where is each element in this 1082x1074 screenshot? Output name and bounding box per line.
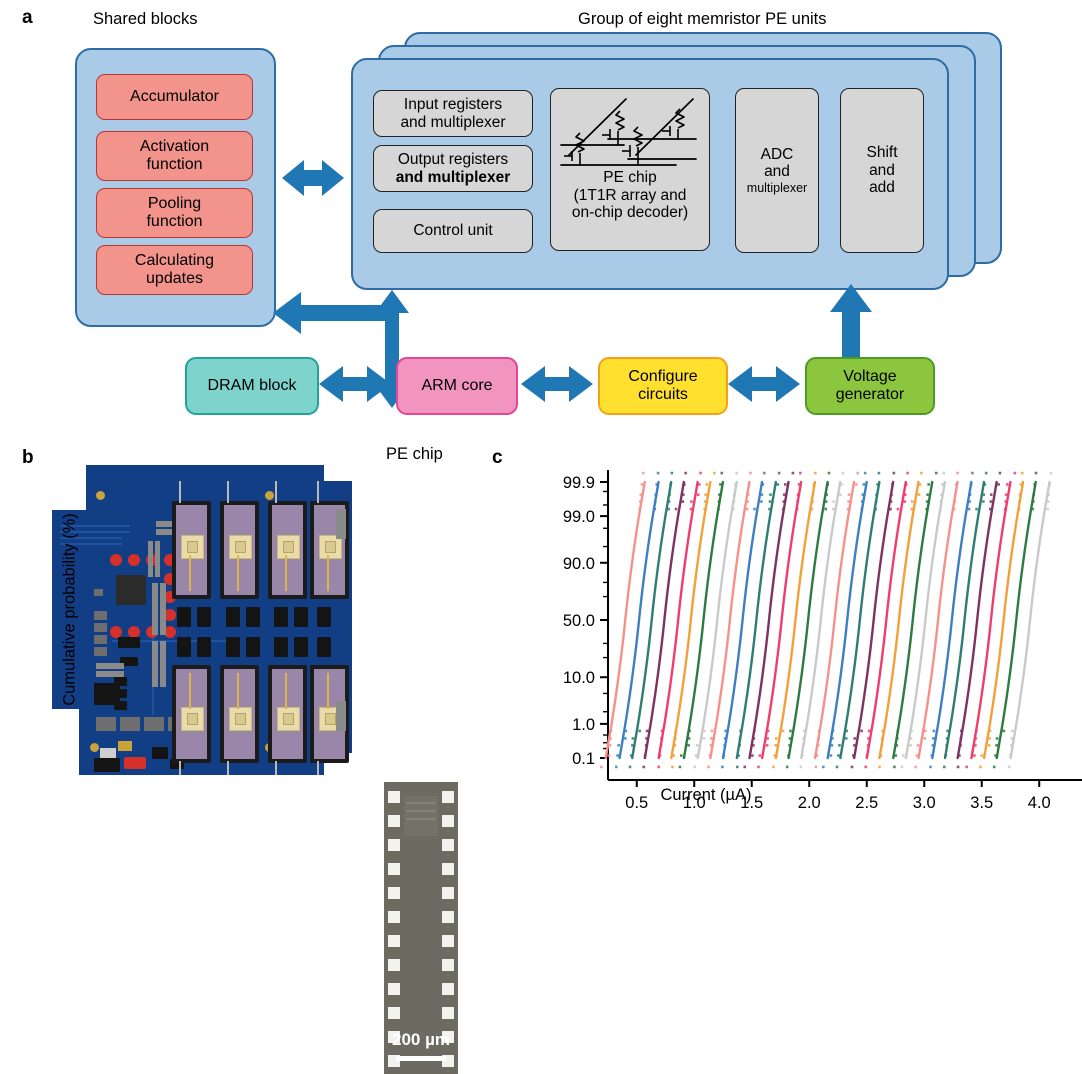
bottom-block-label-line2: circuits — [638, 386, 688, 403]
pe-chip-micrograph: 200 µm — [384, 782, 458, 1074]
bottom-block-label-line1: Configure — [628, 367, 698, 385]
chart-y-tick-label: 50.0 — [563, 612, 595, 630]
chart-y-tick-label: 99.0 — [563, 508, 595, 526]
bottom-block-label-line1: Voltage — [843, 367, 897, 385]
chart-x-axis-label: Current (µA) — [660, 786, 752, 804]
bottom-block-label: ARM core — [421, 376, 493, 394]
bottom-block-label-line2: generator — [835, 386, 905, 403]
scale-bar — [396, 1056, 446, 1061]
panel-b-letter: b — [22, 447, 34, 468]
chart-y-tick-label: 0.1 — [572, 750, 595, 768]
bottom-block-configure-circuits[interactable]: Configure circuits — [598, 357, 728, 415]
bottom-block-voltage-generator[interactable]: Voltage generator — [805, 357, 935, 415]
chart-y-axis-label: Cumulative probability (%) — [60, 513, 79, 706]
pcb-board-photo — [52, 465, 352, 775]
scale-bar-label: 200 µm — [392, 1030, 450, 1049]
bottom-block-dram[interactable]: DRAM block — [185, 357, 319, 415]
chart-y-tick-label: 10.0 — [563, 669, 595, 687]
chart-y-tick-label: 1.0 — [572, 716, 595, 734]
pe-chip-photo-title: PE chip — [386, 445, 443, 463]
cumulative-probability-chart: 99.9 99.0 90.0 50.0 10.0 1.0 0.1 0.5 1.0 1.5 2.0 2.… — [490, 440, 1082, 815]
chart-y-tick-label: 99.9 — [563, 474, 595, 492]
bottom-block-arm-core[interactable]: ARM core — [396, 357, 518, 415]
chart-y-tick-label: 90.0 — [563, 555, 595, 573]
bottom-block-label: DRAM block — [207, 376, 297, 394]
